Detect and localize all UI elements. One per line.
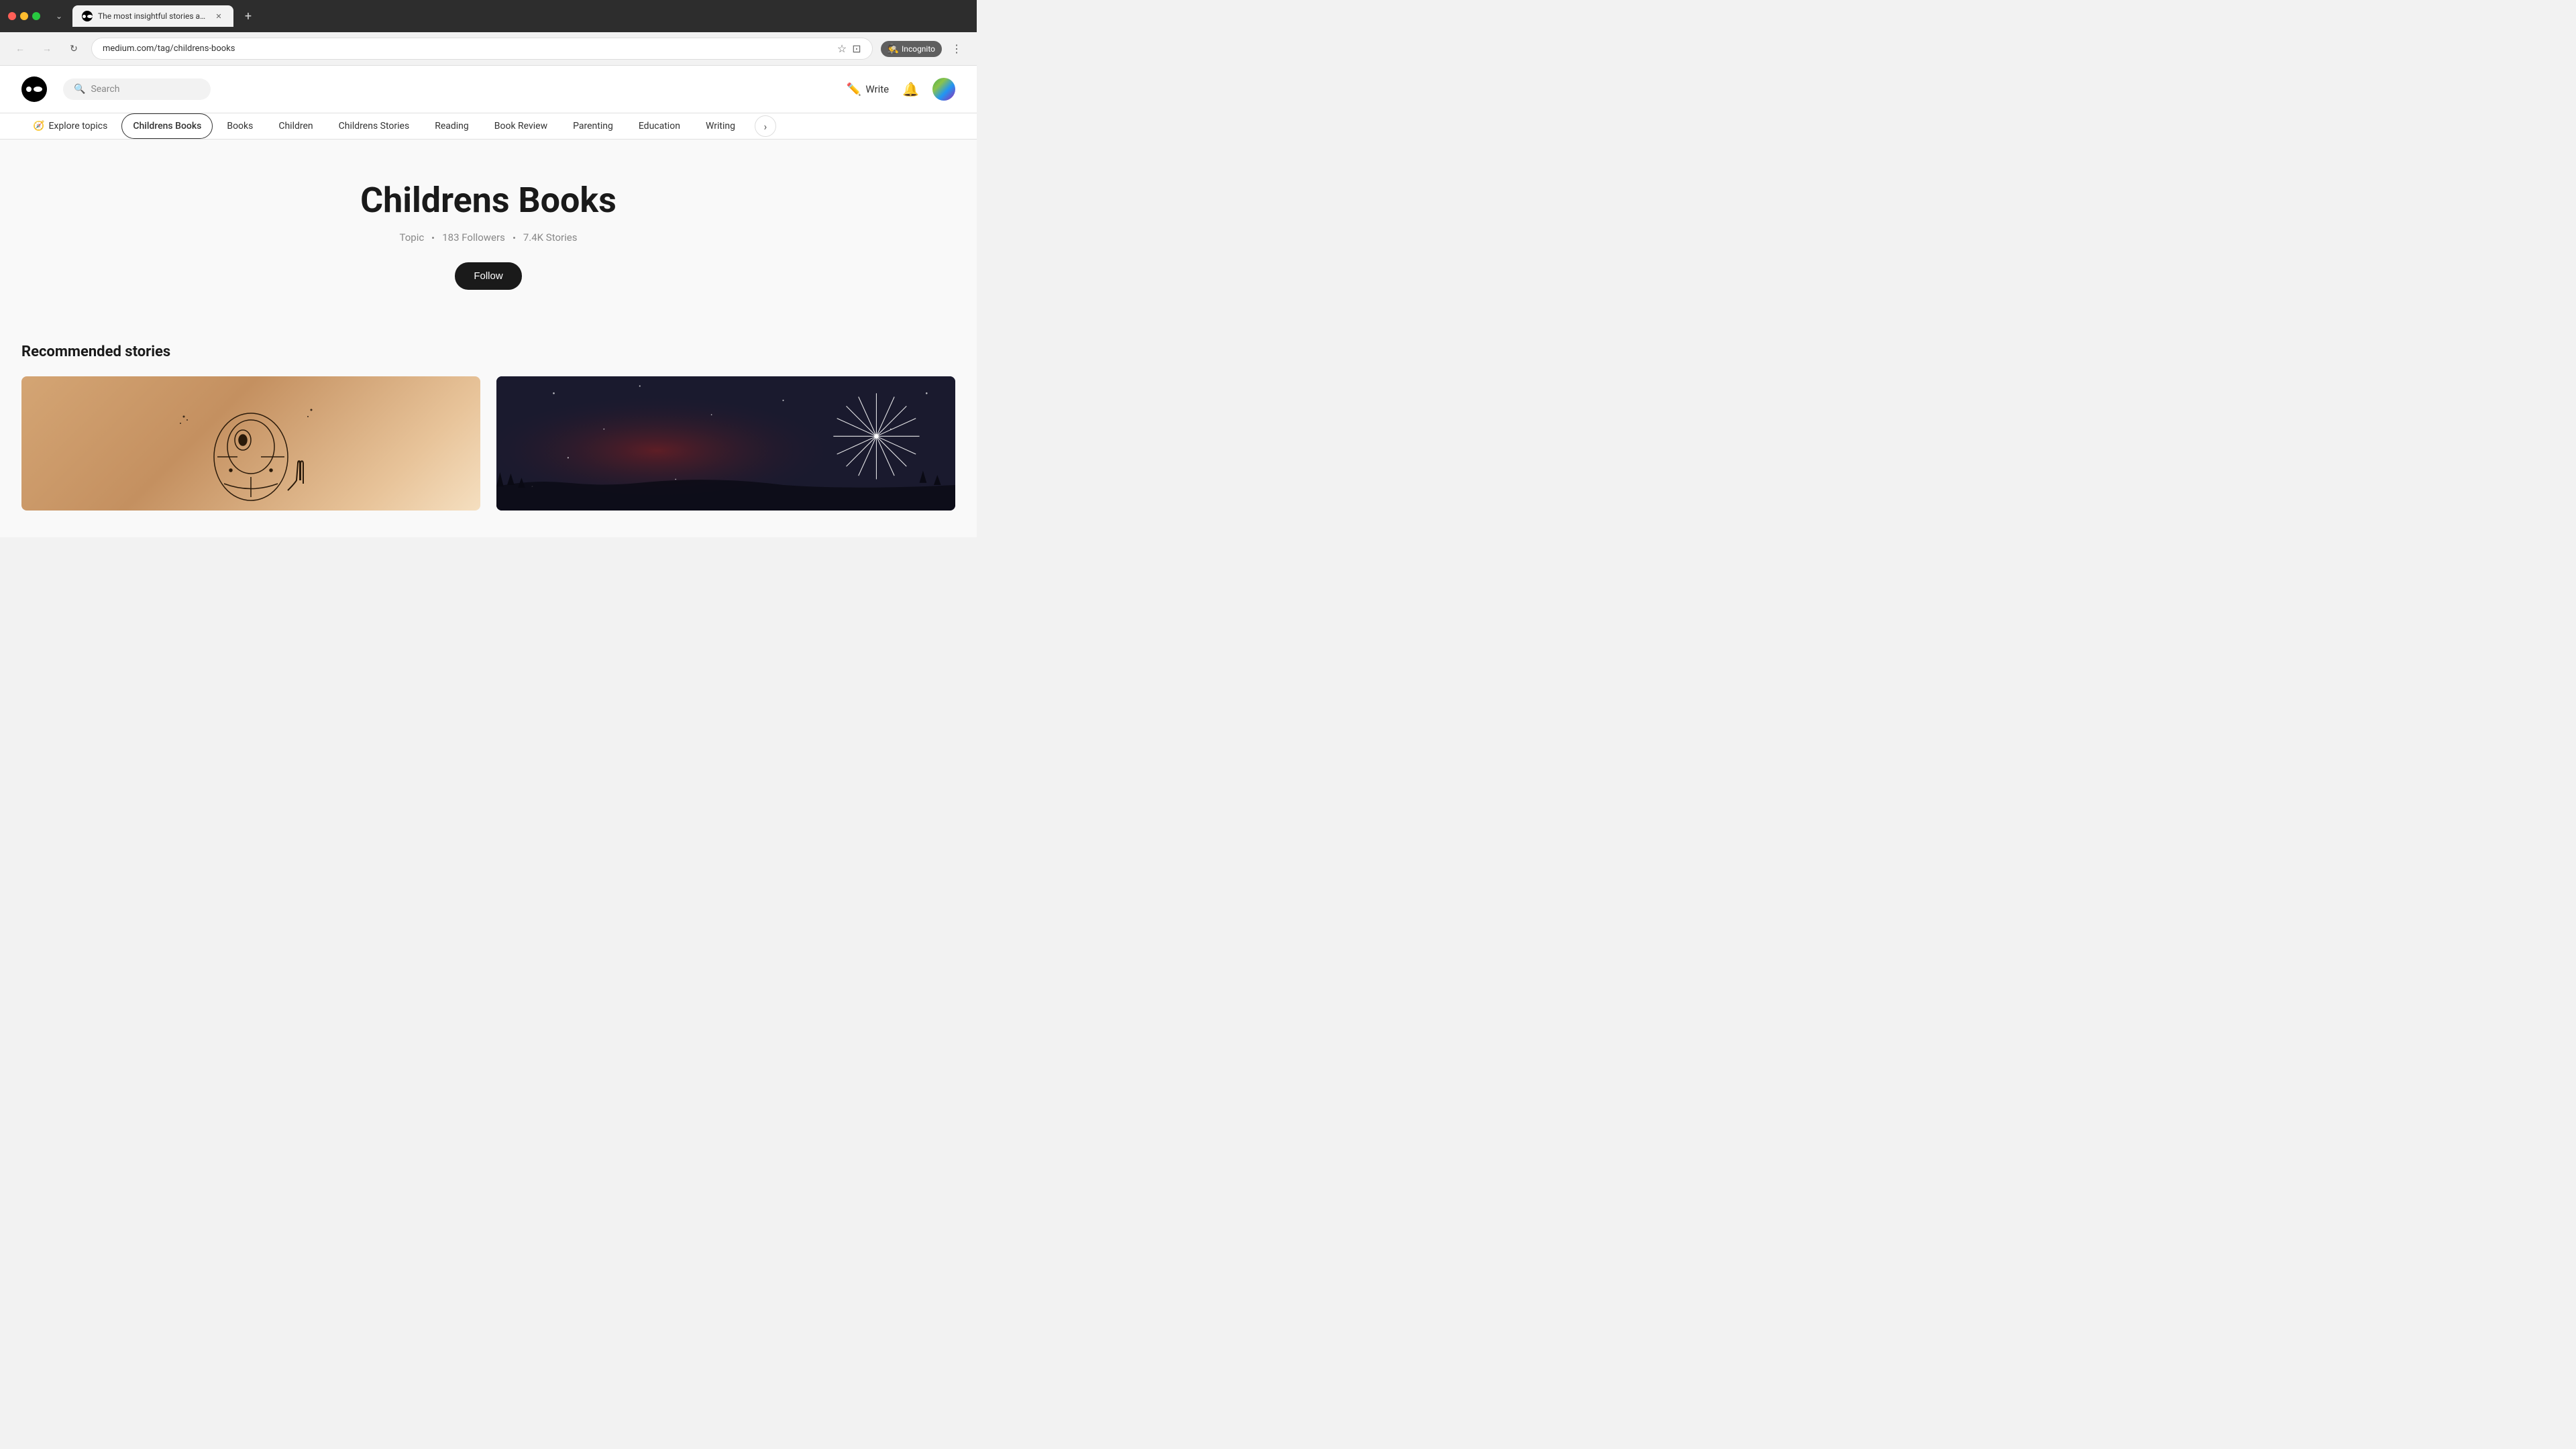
write-label: Write: [865, 83, 889, 95]
topic-chip-writing[interactable]: Writing: [694, 113, 747, 139]
more-button[interactable]: ⋮: [947, 40, 966, 58]
topic-label-books: Books: [227, 121, 253, 131]
topic-label-parenting: Parenting: [573, 121, 613, 131]
topic-chip-parenting[interactable]: Parenting: [561, 113, 625, 139]
tab-favicon: [82, 11, 93, 21]
logo-oval-icon: [34, 87, 42, 92]
maximize-window-button[interactable]: [32, 12, 40, 20]
active-tab[interactable]: The most insightful stories abo... ✕: [72, 5, 233, 27]
browser-actions: 🕵 Incognito ⋮: [881, 40, 966, 58]
compass-icon: 🧭: [33, 121, 44, 131]
incognito-label: Incognito: [902, 44, 935, 54]
notification-button[interactable]: 🔔: [902, 81, 919, 97]
topic-chip-education[interactable]: Education: [627, 113, 692, 139]
bookmark-icon[interactable]: ☆: [837, 42, 847, 55]
title-bar: ⌄ The most insightful stories abo... ✕ +: [0, 0, 977, 32]
browser-chrome: ⌄ The most insightful stories abo... ✕ +…: [0, 0, 977, 66]
logo-dot-icon: [26, 87, 32, 92]
window-controls: [8, 12, 40, 20]
story-card-1[interactable]: [21, 376, 480, 511]
address-bar: ← → ↻ medium.com/tag/childrens-books ☆ ⊡…: [0, 32, 977, 66]
medium-logo-mini: [83, 15, 93, 18]
new-tab-button[interactable]: +: [239, 7, 258, 25]
address-action-icons: ☆ ⊡: [837, 42, 861, 55]
forward-icon: →: [42, 43, 52, 54]
incognito-badge[interactable]: 🕵 Incognito: [881, 41, 942, 57]
topic-label-writing: Writing: [706, 121, 735, 131]
topic-label-childrens-books: Childrens Books: [133, 121, 201, 131]
minimize-window-button[interactable]: [20, 12, 28, 20]
medium-header: 🔍 Search ✏️ Write 🔔: [0, 66, 977, 113]
profile-icon[interactable]: ⊡: [852, 42, 861, 55]
more-icon: ⋮: [951, 42, 962, 55]
hero-meta: Topic 183 Followers 7.4K Stories: [21, 231, 955, 244]
search-placeholder: Search: [91, 84, 119, 95]
tab-switcher-button[interactable]: ⌄: [51, 8, 67, 24]
write-icon: ✏️: [847, 83, 861, 97]
meta-type: Topic: [400, 231, 425, 244]
sketch-illustration: [150, 383, 352, 504]
meta-separator-1: [432, 237, 434, 239]
tab-title: The most insightful stories abo...: [98, 11, 208, 21]
hero-section: Childrens Books Topic 183 Followers 7.4K…: [0, 140, 977, 317]
story-card-2[interactable]: [496, 376, 955, 511]
meta-followers: 183 Followers: [442, 231, 505, 244]
url-text: medium.com/tag/childrens-books: [103, 44, 832, 54]
meta-stories: 7.4K Stories: [523, 231, 578, 244]
stories-grid: [21, 376, 955, 511]
topic-label-book-review: Book Review: [494, 121, 547, 131]
back-button[interactable]: ←: [11, 40, 30, 58]
topic-chip-books[interactable]: Books: [215, 113, 264, 139]
page-content: 🔍 Search ✏️ Write 🔔 🧭 Explore topics Chi…: [0, 66, 977, 537]
recommended-section: Recommended stories: [0, 317, 977, 537]
tab-close-button[interactable]: ✕: [213, 11, 224, 21]
back-icon: ←: [15, 43, 25, 54]
medium-logo-inner: [26, 87, 42, 92]
topic-chip-book-review[interactable]: Book Review: [483, 113, 559, 139]
topic-chip-childrens-books[interactable]: Childrens Books: [121, 113, 213, 139]
address-input[interactable]: medium.com/tag/childrens-books ☆ ⊡: [91, 38, 873, 60]
chevron-right-icon: ›: [764, 120, 767, 133]
topics-bar: 🧭 Explore topics Childrens Books Books C…: [0, 113, 977, 140]
meta-separator-2: [513, 237, 515, 239]
medium-logo[interactable]: [21, 76, 47, 102]
reload-icon: ↻: [70, 44, 78, 54]
topic-chip-reading[interactable]: Reading: [423, 113, 480, 139]
medium-logo-circle: [21, 76, 47, 102]
medium-dot-icon: [83, 15, 86, 18]
reload-button[interactable]: ↻: [64, 40, 83, 58]
search-bar[interactable]: 🔍 Search: [63, 78, 211, 100]
topic-label-education: Education: [639, 121, 680, 131]
incognito-icon: 🕵: [888, 44, 899, 54]
topic-label-childrens-stories: Childrens Stories: [339, 121, 410, 131]
starburst-illustration: [496, 376, 955, 511]
topic-label-reading: Reading: [435, 121, 469, 131]
topics-scroll-right-button[interactable]: ›: [755, 115, 776, 137]
avatar[interactable]: [932, 78, 955, 101]
explore-topics-label: Explore topics: [48, 121, 107, 131]
recommended-section-title: Recommended stories: [21, 343, 955, 360]
close-window-button[interactable]: [8, 12, 16, 20]
search-icon: 🔍: [74, 84, 85, 95]
medium-favicon-icon: [82, 11, 93, 21]
header-actions: ✏️ Write 🔔: [847, 78, 955, 101]
topic-label-children: Children: [278, 121, 313, 131]
follow-button[interactable]: Follow: [455, 262, 521, 290]
explore-topics-chip[interactable]: 🧭 Explore topics: [21, 113, 119, 139]
forward-button[interactable]: →: [38, 40, 56, 58]
medium-oval-icon: [87, 15, 93, 18]
write-button[interactable]: ✏️ Write: [847, 83, 889, 97]
topic-chip-childrens-stories[interactable]: Childrens Stories: [327, 113, 421, 139]
bell-icon: 🔔: [902, 81, 919, 97]
topic-chip-children[interactable]: Children: [267, 113, 324, 139]
hero-title: Childrens Books: [21, 180, 955, 221]
